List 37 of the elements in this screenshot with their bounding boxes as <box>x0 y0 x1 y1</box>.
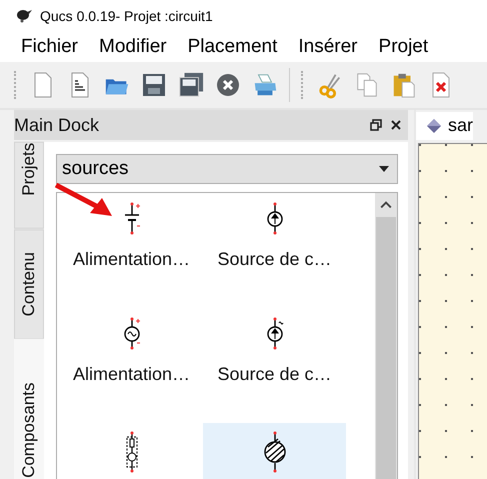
side-tab[interactable]: Projets <box>14 142 44 229</box>
scroll-up-icon[interactable] <box>380 201 392 209</box>
menu-item[interactable]: Fichier <box>21 36 78 58</box>
category-dropdown[interactable]: sources <box>56 154 398 184</box>
close-icon[interactable] <box>215 71 241 99</box>
schematic-canvas[interactable] <box>418 143 487 479</box>
component-label: Alimentation… <box>72 249 190 270</box>
document-tab[interactable]: sar <box>416 112 474 140</box>
component-item[interactable]: Source de c… <box>203 308 346 423</box>
diamond-icon <box>426 118 442 134</box>
menu-item[interactable]: Projet <box>378 36 428 58</box>
save-all-icon[interactable] <box>178 71 204 99</box>
ac-voltage-source-icon <box>122 316 142 352</box>
hatched-source-icon <box>262 431 286 473</box>
close-icon[interactable] <box>390 119 402 131</box>
current-source-icon <box>264 201 284 237</box>
dock-title: Main Dock <box>14 114 100 136</box>
float-icon[interactable] <box>370 119 382 131</box>
component-item[interactable]: Alimentation… <box>60 308 203 423</box>
component-label: Source de c… <box>217 364 332 385</box>
scrollbar-thumb[interactable] <box>376 217 396 479</box>
dropdown-caret-icon <box>379 166 389 172</box>
window-title: Qucs 0.0.19- Projet :circuit1 <box>40 8 213 24</box>
menu-item[interactable]: Modifier <box>99 36 167 58</box>
side-tab[interactable]: Composants <box>14 339 44 479</box>
component-item[interactable]: Alimentation… <box>60 193 203 308</box>
ac-current-source-icon <box>264 316 284 352</box>
save-icon[interactable] <box>141 71 167 99</box>
component-label: Alimentation… <box>72 364 190 385</box>
paste-icon[interactable] <box>391 71 417 99</box>
menu-item[interactable]: Insérer <box>298 36 358 58</box>
pointer-arrow <box>54 183 114 217</box>
menu-item[interactable]: Placement <box>188 36 278 58</box>
side-tab[interactable]: Contenu <box>14 228 44 340</box>
component-label: Source de c… <box>217 249 332 270</box>
component-item[interactable]: Source de c… <box>203 193 346 308</box>
app-logo-icon <box>16 9 32 23</box>
